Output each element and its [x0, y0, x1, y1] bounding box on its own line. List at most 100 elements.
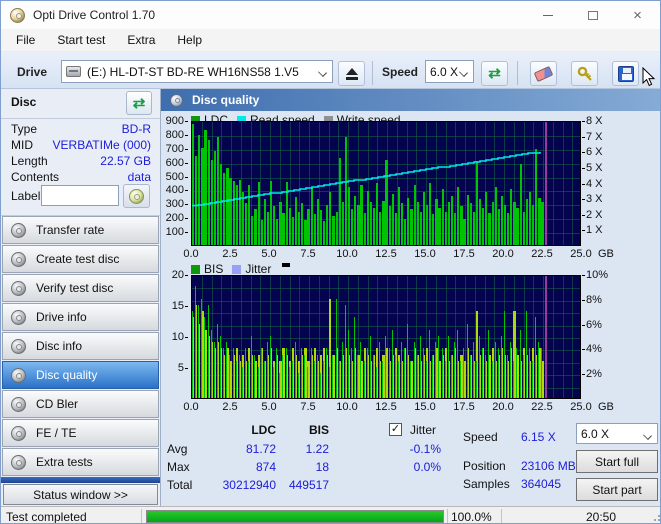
statusbar-separator — [501, 509, 502, 523]
sidebar-item-label: Verify test disc — [36, 281, 114, 295]
y-tick-label: 400 — [165, 184, 184, 196]
start-part-button[interactable]: Start part — [576, 478, 658, 501]
resize-grip[interactable] — [654, 519, 656, 521]
y-tick-label: 2 X — [586, 209, 603, 221]
legend-label: BIS — [204, 262, 224, 276]
sidebar-item-disc-quality[interactable]: Disc quality — [2, 361, 159, 389]
disc-icon — [11, 367, 26, 383]
progress-percent: 100.0% — [451, 510, 492, 524]
sidebar-item-cd-bler[interactable]: CD Bler — [2, 390, 159, 418]
disc-label-button[interactable] — [123, 184, 150, 208]
options-button[interactable] — [571, 61, 598, 86]
sidebar-item-label: FE / TE — [36, 426, 77, 440]
erase-disc-button[interactable] — [530, 61, 557, 86]
bis-max-value: 18 — [315, 460, 329, 474]
menu-item-help[interactable]: Help — [166, 30, 213, 50]
tick-mark — [582, 137, 585, 138]
bis-bar — [497, 348, 499, 398]
samples-value: 364045 — [521, 477, 562, 491]
start-full-button[interactable]: Start full — [576, 450, 658, 473]
y-tick-label: 900 — [165, 115, 184, 127]
x-tick-label: 20.0 — [492, 248, 514, 260]
divider — [1, 118, 160, 119]
chart1-plot[interactable] — [191, 121, 581, 246]
result-speed-select[interactable]: 6.0 X — [576, 423, 658, 444]
menu-item-start-test[interactable]: Start test — [46, 30, 116, 50]
sidebar-item-label: CD Bler — [36, 397, 79, 411]
tick-mark — [582, 374, 585, 375]
bis-bar — [245, 348, 247, 398]
window-controls: × — [525, 1, 660, 29]
chart2-plot[interactable] — [191, 275, 581, 399]
chart2-legend: BIS Jitter — [191, 262, 291, 276]
eject-button[interactable] — [338, 61, 365, 86]
y-tick-label: 4 X — [586, 178, 603, 190]
bis-bar — [366, 348, 368, 398]
bis-bar — [488, 329, 490, 398]
sidebar-item-drive-info[interactable]: Drive info — [2, 303, 159, 331]
sidebar-item-create-test-disc[interactable]: Create test disc — [2, 245, 159, 273]
bis-bar — [507, 354, 509, 398]
app-window: Opti Drive Control 1.70 × File Start test… — [0, 0, 661, 524]
sidebar-item-transfer-rate[interactable]: Transfer rate — [2, 216, 159, 244]
bis-bar — [229, 354, 231, 398]
toolbar: Drive (E:) HL-DT-ST BD-RE WH16NS58 1.V5 … — [1, 51, 660, 89]
bis-bar — [369, 336, 371, 398]
minimize-button[interactable] — [525, 1, 570, 29]
bis-bar — [357, 354, 359, 398]
grid-line — [572, 122, 574, 245]
sidebar-item-fe-te[interactable]: FE / TE — [2, 419, 159, 447]
drive-select[interactable]: (E:) HL-DT-ST BD-RE WH16NS58 1.V5 — [61, 60, 333, 83]
menu-item-extra[interactable]: Extra — [116, 30, 166, 50]
disc-icon — [11, 222, 26, 238]
ldc-avg-value: 81.72 — [245, 442, 276, 456]
bis-bar — [494, 342, 496, 398]
save-button[interactable] — [612, 61, 639, 86]
sidebar-item-disc-info[interactable]: Disc info — [2, 332, 159, 360]
drive-select-value: (E:) HL-DT-ST BD-RE WH16NS58 1.V5 — [87, 64, 299, 79]
tick-mark — [582, 349, 585, 350]
maximize-button[interactable] — [570, 1, 615, 29]
bis-bar — [266, 342, 268, 398]
label-input[interactable] — [41, 185, 119, 206]
read-speed-line — [192, 152, 541, 207]
speed-result-label: Speed — [463, 430, 498, 444]
bis-bar — [432, 354, 434, 398]
tick-mark — [582, 152, 585, 153]
tick-mark — [582, 121, 585, 122]
sidebar-item-verify-test-disc[interactable]: Verify test disc — [2, 274, 159, 302]
speed-select[interactable]: 6.0 X — [425, 60, 474, 83]
status-window-button[interactable]: Status window >> — [3, 484, 158, 505]
maximize-icon — [587, 10, 598, 20]
bis-bar — [263, 360, 265, 398]
tick-mark — [185, 337, 188, 338]
grid-line — [562, 122, 564, 245]
position-value: 23106 MB — [521, 459, 576, 473]
sidebar-item-label: Transfer rate — [36, 223, 105, 237]
progress-fill — [147, 511, 443, 522]
max-row-label: Max — [167, 460, 190, 474]
menu-item-file[interactable]: File — [5, 30, 46, 50]
tick-mark — [185, 121, 188, 122]
speed-select-value: 6.0 X — [430, 64, 459, 79]
bis-bar — [213, 342, 215, 398]
sidebar-item-extra-tests[interactable]: Extra tests — [2, 448, 159, 476]
bis-bar — [401, 342, 403, 398]
jitter-checkbox[interactable]: ✓ — [389, 423, 402, 436]
tick-mark — [185, 149, 188, 150]
tick-mark — [185, 177, 188, 178]
disc-refresh-button[interactable]: ⇄ — [126, 91, 152, 115]
bis-bar — [341, 342, 343, 398]
bis-bar — [379, 342, 381, 398]
bis-bar — [504, 311, 505, 398]
bis-bar — [404, 348, 406, 398]
bis-bar — [301, 348, 303, 398]
result-speed-select-value: 6.0 X — [581, 426, 610, 441]
refresh-button[interactable]: ⇄ — [481, 61, 508, 86]
y-tick-label: 100 — [165, 226, 184, 238]
y-tick-label: 6% — [586, 319, 602, 331]
total-row-label: Total — [167, 478, 193, 492]
close-button[interactable]: × — [615, 1, 660, 29]
bis-bar — [310, 348, 312, 398]
ldc-total-value: 30212940 — [222, 478, 276, 492]
